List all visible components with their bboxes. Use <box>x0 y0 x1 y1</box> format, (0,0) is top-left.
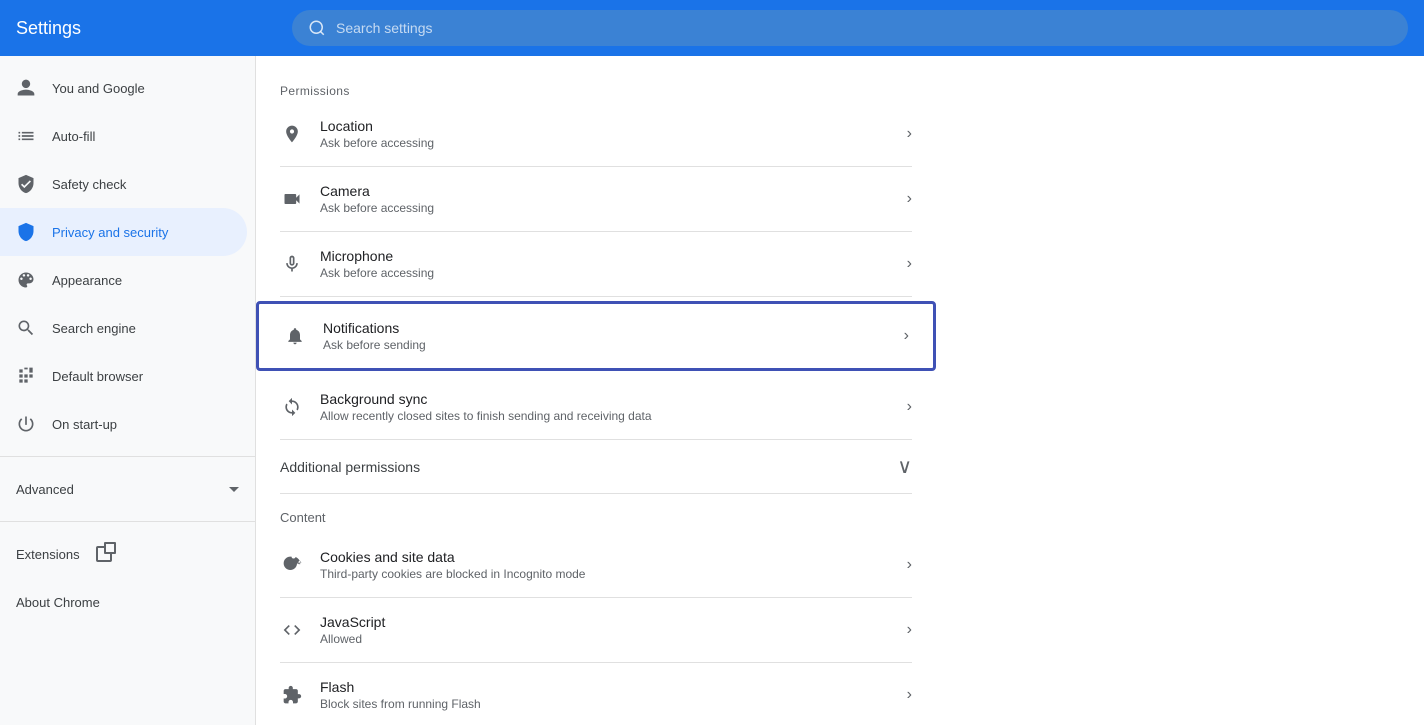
main-layout: You and Google Auto-fill Safety check Pr… <box>0 56 1424 725</box>
sidebar-item-default-browser[interactable]: Default browser <box>0 352 247 400</box>
javascript-text: JavaScript Allowed <box>320 614 891 646</box>
background-sync-subtitle: Allow recently closed sites to finish se… <box>320 409 891 423</box>
camera-text: Camera Ask before accessing <box>320 183 891 215</box>
shield-check-icon <box>16 174 36 194</box>
notifications-subtitle: Ask before sending <box>323 338 888 352</box>
chevron-down-icon <box>229 487 239 492</box>
permission-item-notifications[interactable]: Notifications Ask before sending › <box>256 301 936 371</box>
content-area: Permissions Location Ask before accessin… <box>256 56 1424 725</box>
permissions-section-label: Permissions <box>280 72 912 102</box>
permission-item-flash[interactable]: Flash Block sites from running Flash › <box>280 663 912 725</box>
sidebar-label-you-and-google: You and Google <box>52 81 231 96</box>
search-input[interactable] <box>336 20 1392 36</box>
permission-item-background-sync[interactable]: Background sync Allow recently closed si… <box>280 375 912 440</box>
camera-arrow-icon: › <box>907 190 912 208</box>
notifications-text: Notifications Ask before sending <box>323 320 888 352</box>
javascript-arrow-icon: › <box>907 621 912 639</box>
sidebar-advanced-label: Advanced <box>16 482 213 497</box>
notifications-arrow-icon: › <box>904 327 909 345</box>
background-sync-title: Background sync <box>320 391 891 407</box>
sidebar-extensions-label: Extensions <box>16 547 80 562</box>
location-arrow-icon: › <box>907 125 912 143</box>
cookies-title: Cookies and site data <box>320 549 891 565</box>
sidebar-item-you-and-google[interactable]: You and Google <box>0 64 247 112</box>
microphone-title: Microphone <box>320 248 891 264</box>
sidebar-label-appearance: Appearance <box>52 273 231 288</box>
javascript-subtitle: Allowed <box>320 632 891 646</box>
permission-item-camera[interactable]: Camera Ask before accessing › <box>280 167 912 232</box>
shield-blue-icon <box>16 222 36 242</box>
bell-icon <box>283 324 307 348</box>
location-icon <box>280 122 304 146</box>
camera-subtitle: Ask before accessing <box>320 201 891 215</box>
location-title: Location <box>320 118 891 134</box>
cookies-arrow-icon: › <box>907 556 912 574</box>
microphone-subtitle: Ask before accessing <box>320 266 891 280</box>
browser-icon <box>16 366 36 386</box>
sidebar-item-search-engine[interactable]: Search engine <box>0 304 247 352</box>
sidebar-label-on-startup: On start-up <box>52 417 231 432</box>
sidebar-divider-1 <box>0 456 255 457</box>
sidebar-item-on-startup[interactable]: On start-up <box>0 400 247 448</box>
permission-item-javascript[interactable]: JavaScript Allowed › <box>280 598 912 663</box>
microphone-icon <box>280 252 304 276</box>
location-text: Location Ask before accessing <box>320 118 891 150</box>
puzzle-icon <box>280 683 304 707</box>
sidebar-label-default-browser: Default browser <box>52 369 231 384</box>
camera-icon <box>280 187 304 211</box>
sidebar-item-auto-fill[interactable]: Auto-fill <box>0 112 247 160</box>
flash-title: Flash <box>320 679 891 695</box>
sync-icon <box>280 395 304 419</box>
sidebar-advanced[interactable]: Advanced <box>0 465 255 513</box>
external-link-icon <box>96 546 112 562</box>
additional-permissions[interactable]: Additional permissions ∨ <box>280 440 912 494</box>
microphone-text: Microphone Ask before accessing <box>320 248 891 280</box>
sidebar-item-safety-check[interactable]: Safety check <box>0 160 247 208</box>
sidebar-divider-2 <box>0 521 255 522</box>
search-icon <box>308 19 326 37</box>
settings-title: Settings <box>16 18 276 39</box>
notifications-title: Notifications <box>323 320 888 336</box>
sidebar-item-privacy-and-security[interactable]: Privacy and security <box>0 208 247 256</box>
camera-title: Camera <box>320 183 891 199</box>
cookie-icon <box>280 553 304 577</box>
sidebar-item-extensions[interactable]: Extensions <box>0 530 255 578</box>
additional-permissions-label: Additional permissions <box>280 459 897 475</box>
sidebar: You and Google Auto-fill Safety check Pr… <box>0 56 256 725</box>
location-subtitle: Ask before accessing <box>320 136 891 150</box>
sidebar-about-chrome-label: About Chrome <box>16 595 100 610</box>
flash-arrow-icon: › <box>907 686 912 704</box>
cookies-text: Cookies and site data Third-party cookie… <box>320 549 891 581</box>
background-sync-arrow-icon: › <box>907 398 912 416</box>
cookies-subtitle: Third-party cookies are blocked in Incog… <box>320 567 891 581</box>
flash-subtitle: Block sites from running Flash <box>320 697 891 711</box>
flash-text: Flash Block sites from running Flash <box>320 679 891 711</box>
background-sync-text: Background sync Allow recently closed si… <box>320 391 891 423</box>
sidebar-label-auto-fill: Auto-fill <box>52 129 231 144</box>
header: Settings <box>0 0 1424 56</box>
list-icon <box>16 126 36 146</box>
power-icon <box>16 414 36 434</box>
person-icon <box>16 78 36 98</box>
javascript-title: JavaScript <box>320 614 891 630</box>
permission-item-location[interactable]: Location Ask before accessing › <box>280 102 912 167</box>
search-engine-icon <box>16 318 36 338</box>
expand-icon: ∨ <box>897 454 912 479</box>
permission-item-microphone[interactable]: Microphone Ask before accessing › <box>280 232 912 297</box>
permission-item-cookies[interactable]: Cookies and site data Third-party cookie… <box>280 533 912 598</box>
sidebar-item-appearance[interactable]: Appearance <box>0 256 247 304</box>
sidebar-label-search-engine: Search engine <box>52 321 231 336</box>
code-icon <box>280 618 304 642</box>
sidebar-label-privacy-and-security: Privacy and security <box>52 225 231 240</box>
sidebar-label-safety-check: Safety check <box>52 177 231 192</box>
sidebar-item-about-chrome[interactable]: About Chrome <box>0 578 255 626</box>
search-bar[interactable] <box>292 10 1408 46</box>
content-inner: Permissions Location Ask before accessin… <box>256 56 936 725</box>
palette-icon <box>16 270 36 290</box>
content-section-label: Content <box>280 494 912 533</box>
microphone-arrow-icon: › <box>907 255 912 273</box>
